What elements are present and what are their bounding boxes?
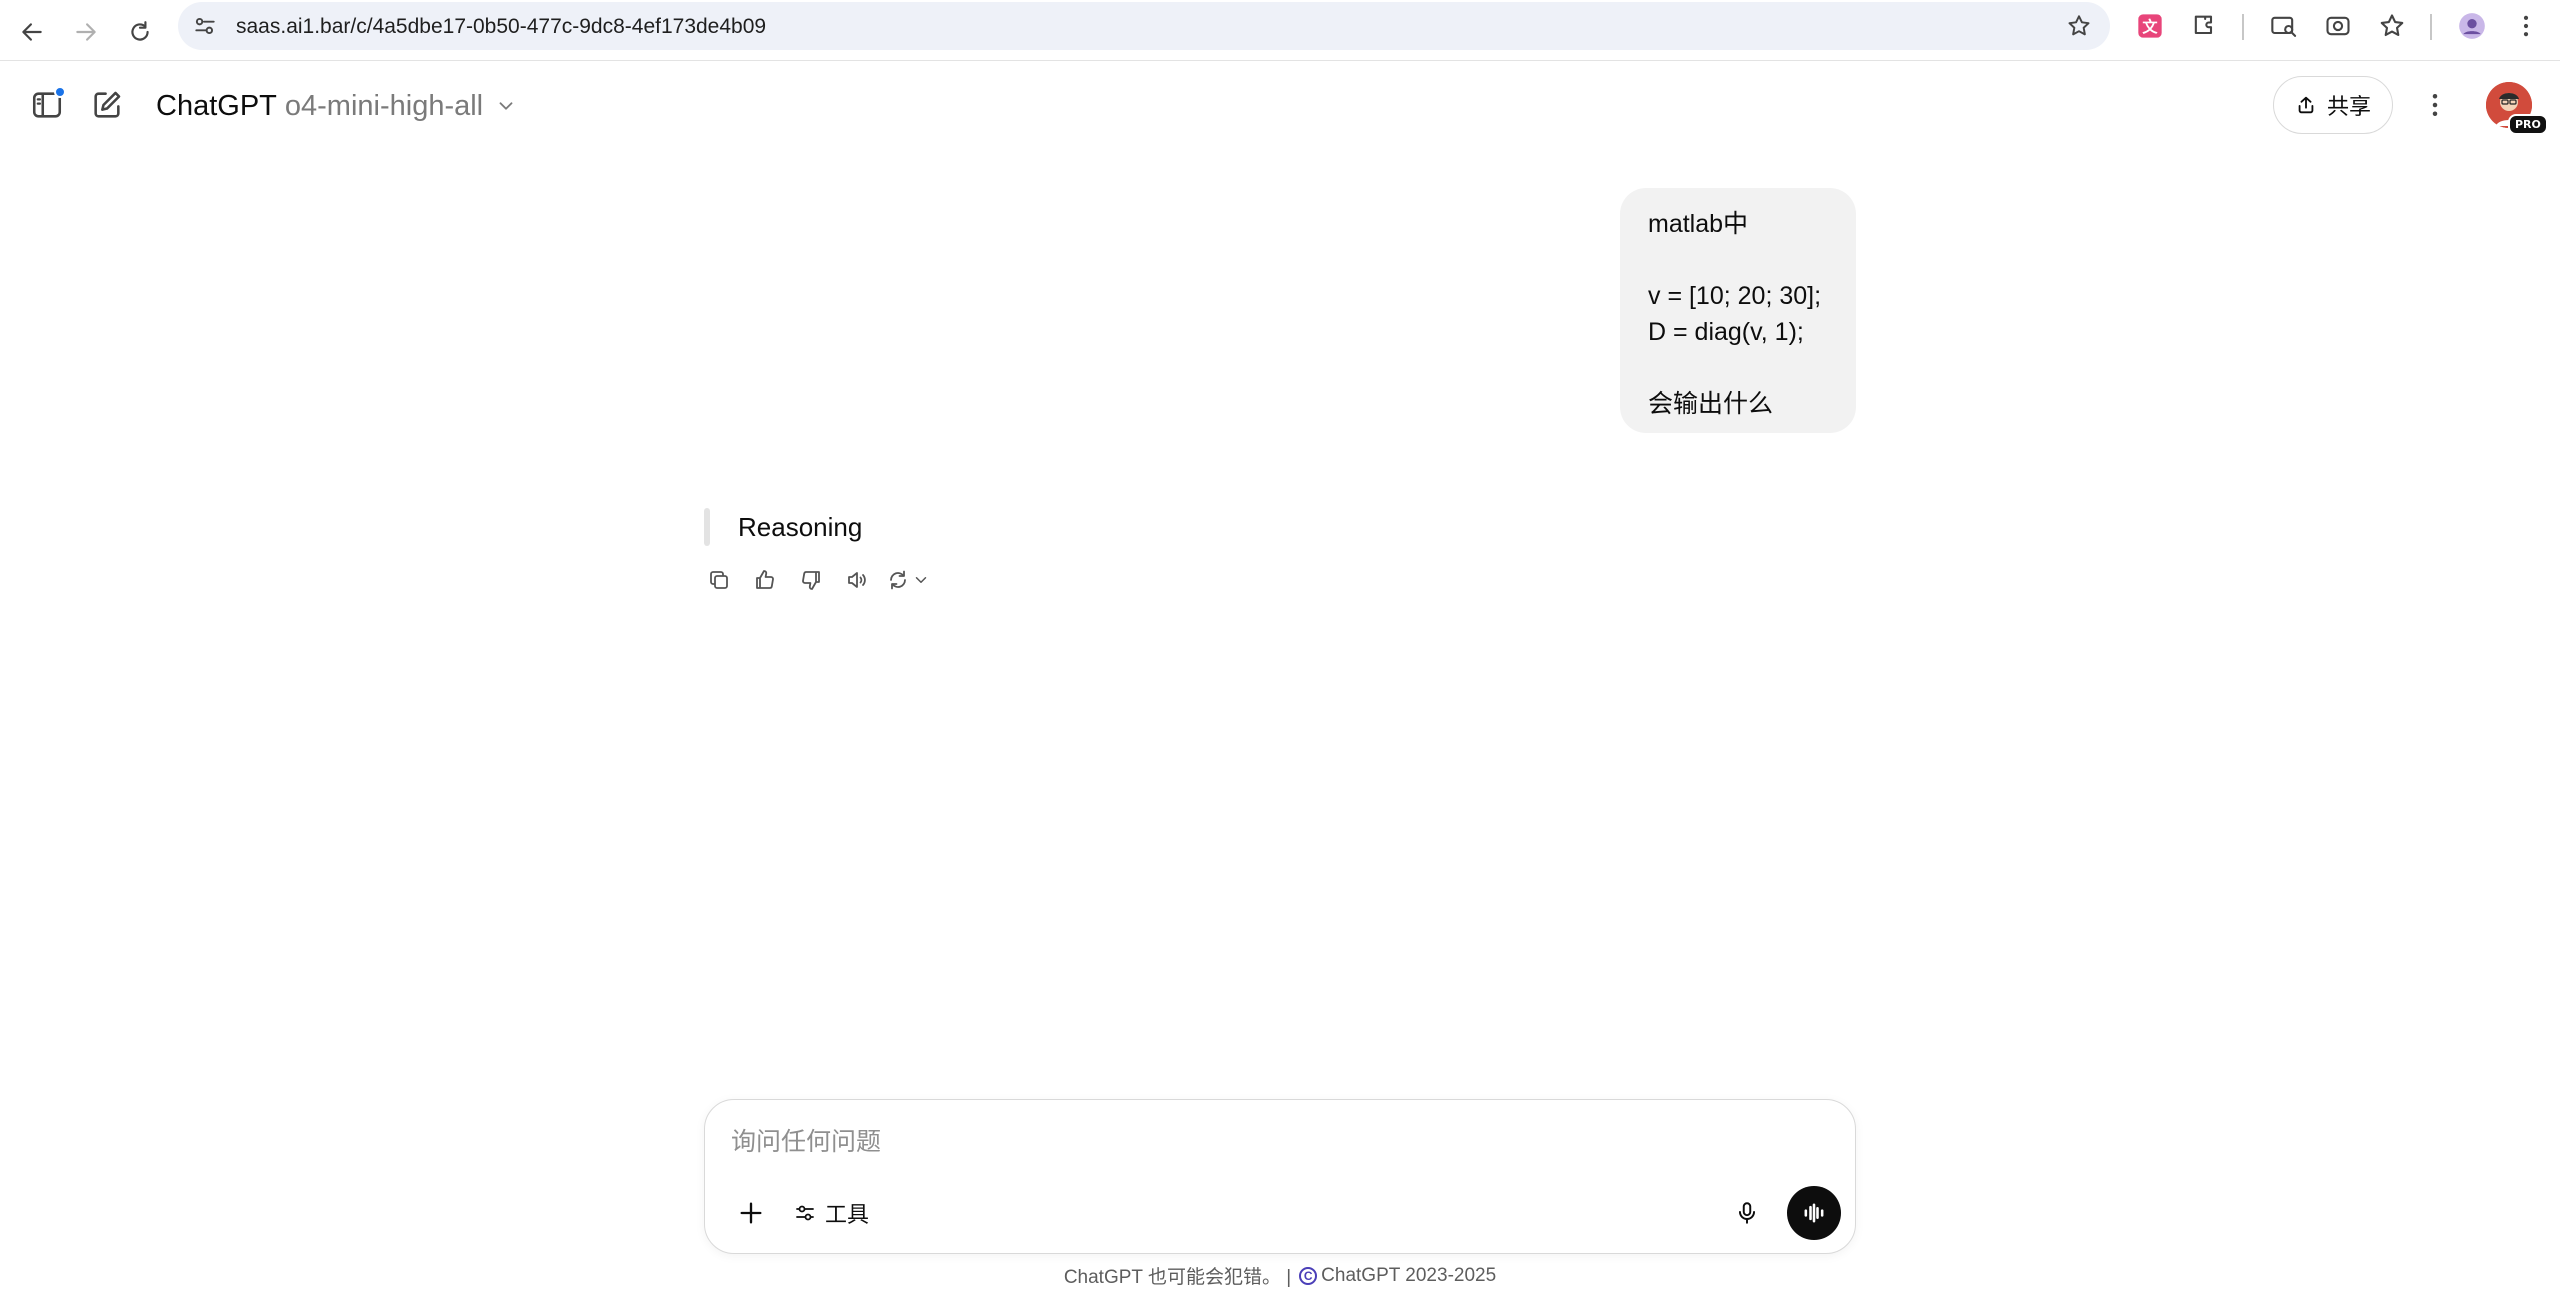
share-icon <box>2298 96 2314 114</box>
microphone-icon <box>1738 1202 1756 1224</box>
url-text[interactable]: saas.ai1.bar/c/4a5dbe17-0b50-477c-9dc8-4… <box>236 15 766 39</box>
sliders-icon <box>796 1205 814 1221</box>
forward-icon <box>76 23 96 41</box>
more-vertical-icon <box>2432 94 2438 116</box>
bookmark-star-icon[interactable] <box>2066 13 2092 39</box>
message-line: matlab中 <box>1648 210 1749 238</box>
message-composer: 工具 <box>704 1099 1856 1254</box>
screenshot-button[interactable] <box>2322 10 2354 42</box>
tools-label: 工具 <box>825 1202 870 1227</box>
profile-button[interactable] <box>2456 10 2488 42</box>
footer-disclaimer: ChatGPT 也可能会犯错。 | C ChatGPT 2023-2025 <box>0 1262 2560 1289</box>
message-actions <box>702 562 930 598</box>
edit-icon <box>94 91 121 118</box>
message-line: D = diag(v, 1); <box>1648 318 1804 346</box>
model-selector[interactable]: ChatGPT o4-mini-high-all <box>150 84 523 128</box>
profile-avatar-icon <box>2459 13 2485 39</box>
back-icon <box>22 23 42 41</box>
message-line <box>1648 242 1828 278</box>
regenerate-button[interactable] <box>886 563 930 597</box>
tools-button[interactable]: 工具 <box>787 1191 875 1235</box>
notification-dot <box>54 86 66 98</box>
back-button[interactable] <box>10 10 54 54</box>
message-line <box>1648 350 1828 386</box>
plus-icon <box>740 1202 762 1224</box>
translate-extension-icon: 文 <box>2138 14 2162 38</box>
svg-text:文: 文 <box>2142 18 2158 36</box>
bookmarks-button[interactable] <box>2376 10 2408 42</box>
share-button[interactable]: 共享 <box>2273 76 2393 134</box>
reasoning-label: Reasoning <box>738 511 863 542</box>
tab-search-button[interactable] <box>2268 10 2300 42</box>
model-name: o4-mini-high-all <box>284 89 484 122</box>
user-message-bubble: matlab中 v = [10; 20; 30]; D = diag(v, 1)… <box>1620 188 1856 433</box>
pro-badge: PRO <box>2508 114 2548 135</box>
translate-extension[interactable]: 文 <box>2134 10 2166 42</box>
read-aloud-icon <box>848 572 866 588</box>
good-response-button[interactable] <box>748 563 782 597</box>
reasoning-bar <box>704 508 710 546</box>
new-chat-button[interactable] <box>82 80 132 130</box>
tab-search-icon <box>2271 16 2297 37</box>
more-options-button[interactable] <box>2410 80 2460 130</box>
screenshot-icon <box>2326 16 2350 36</box>
message-line: v = [10; 20; 30]; <box>1648 282 1822 310</box>
sidebar-toggle-button[interactable] <box>22 80 72 130</box>
add-attachment-button[interactable] <box>729 1191 773 1235</box>
prompt-input[interactable] <box>731 1122 1821 1162</box>
toolbar-divider <box>2242 14 2244 40</box>
copyright-icon: C <box>1299 1266 1318 1285</box>
voice-mode-button[interactable] <box>1787 1186 1841 1240</box>
copyright-text: ChatGPT 2023-2025 <box>1321 1264 1497 1286</box>
copyright: C ChatGPT 2023-2025 <box>1299 1262 1496 1289</box>
message-line: 会输出什么 <box>1648 390 1774 418</box>
copy-icon <box>710 571 728 589</box>
share-label: 共享 <box>2326 94 2371 119</box>
chevron-down-icon <box>499 102 513 110</box>
dictate-button[interactable] <box>1725 1191 1769 1235</box>
copy-button[interactable] <box>702 563 736 597</box>
address-bar[interactable]: saas.ai1.bar/c/4a5dbe17-0b50-477c-9dc8-4… <box>178 2 2110 50</box>
chevron-down-icon <box>915 577 927 583</box>
thumbs-up-icon <box>756 570 774 589</box>
browser-menu-button[interactable] <box>2510 10 2542 42</box>
user-avatar[interactable]: PRO <box>2486 82 2548 135</box>
browser-menu-icon <box>2523 15 2529 37</box>
site-settings-icon[interactable] <box>192 13 218 39</box>
toolbar-divider <box>2430 14 2432 40</box>
app-header: ChatGPT o4-mini-high-all 共享 PRO <box>0 62 2560 146</box>
reload-icon <box>131 21 149 41</box>
voice-waveform-icon <box>1804 1203 1824 1223</box>
thumbs-down-icon <box>802 571 820 590</box>
browser-toolbar: saas.ai1.bar/c/4a5dbe17-0b50-477c-9dc8-4… <box>0 0 2560 61</box>
read-aloud-button[interactable] <box>840 563 874 597</box>
forward-button[interactable] <box>64 10 108 54</box>
regenerate-icon <box>890 570 906 590</box>
extensions-button[interactable] <box>2188 10 2220 42</box>
brand-name: ChatGPT <box>156 89 277 122</box>
disclaimer-text: ChatGPT 也可能会犯错。 | <box>1063 1267 1292 1288</box>
reasoning-block[interactable]: Reasoning <box>704 508 862 546</box>
reload-button[interactable] <box>118 10 162 54</box>
extensions-puzzle-icon <box>2194 15 2213 35</box>
bad-response-button[interactable] <box>794 563 828 597</box>
bookmarks-icon <box>2380 14 2404 37</box>
